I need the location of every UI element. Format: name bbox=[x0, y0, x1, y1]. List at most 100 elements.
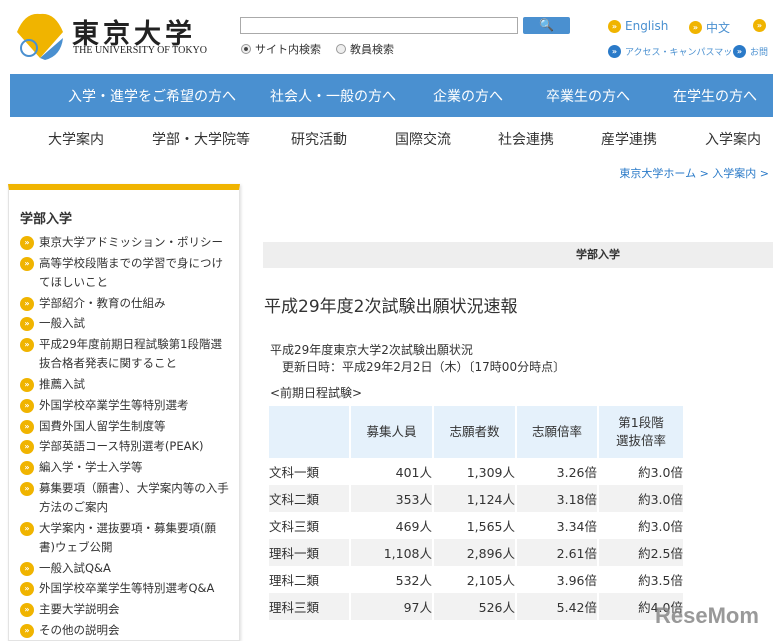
chevron-circle-icon: » bbox=[20, 338, 34, 353]
sidebar-item-label: 一般入試Q&A bbox=[39, 560, 111, 575]
table-row: 理科三類 97人 526人 5.42倍 約4.0倍 bbox=[269, 593, 685, 620]
sidebar-item[interactable]: » 一般入試Q&A bbox=[20, 559, 231, 578]
sidebar-item-label: 学部英語コース特別選考(PEAK) bbox=[39, 439, 204, 454]
table-row: 文科二類 353人 1,124人 3.18倍 約3.0倍 bbox=[269, 485, 685, 512]
sidebar-item[interactable]: » 学部紹介・教育の仕組み bbox=[20, 294, 231, 313]
table-cell: 3.18倍 bbox=[516, 485, 599, 512]
nav-faculties[interactable]: 学部・大学院等 bbox=[152, 129, 250, 149]
sidebar-item-label: 編入学・学士入学等 bbox=[39, 460, 143, 475]
sidebar-item-label: 大学案内・選抜要項・募集要項(願書)ウェブ公開 bbox=[39, 520, 216, 554]
chevron-circle-icon: » bbox=[20, 582, 34, 597]
table-cell: 約3.0倍 bbox=[598, 458, 685, 485]
link-access[interactable]: » アクセス・キャンパスマップ bbox=[608, 45, 741, 58]
radio-faculty-search[interactable]: 教員検索 bbox=[336, 41, 394, 57]
table-cell: 526人 bbox=[433, 593, 517, 620]
sidebar-item[interactable]: » 一般入試 bbox=[20, 314, 231, 333]
sidebar-item[interactable]: » 主要大学説明会 bbox=[20, 600, 231, 619]
sidebar-item-label: 平成29年度前期日程試験第1段階選抜合格者発表に関すること bbox=[39, 337, 222, 371]
chevron-circle-icon: » bbox=[20, 461, 34, 476]
search-input[interactable] bbox=[240, 17, 518, 34]
sidebar-item[interactable]: » 編入学・学士入学等 bbox=[20, 458, 231, 477]
table-cell: 3.96倍 bbox=[516, 566, 599, 593]
table-row: 理科二類 532人 2,105人 3.96倍 約3.5倍 bbox=[269, 566, 685, 593]
sidebar-item-label: 学部紹介・教育の仕組み bbox=[39, 295, 166, 310]
secondary-nav: 大学案内 学部・大学院等 研究活動 国際交流 社会連携 産学連携 入学案内 bbox=[10, 118, 773, 158]
link-english[interactable]: » English bbox=[608, 19, 668, 33]
link-chinese-label: 中文 bbox=[706, 21, 731, 35]
chevron-circle-icon: » bbox=[20, 561, 34, 576]
radio-site-label: サイト内検索 bbox=[255, 43, 321, 56]
applications-table: 募集人員 志願者数 志願倍率 第1段階選抜倍率 文科一類 401人 1,309人 3.… bbox=[269, 406, 685, 620]
link-english-label: English bbox=[625, 19, 669, 33]
table-header: 募集人員 bbox=[350, 406, 434, 458]
sidebar-item[interactable]: » 東京大学アドミッション・ポリシー bbox=[20, 233, 231, 252]
sidebar-item-label: 国費外国人留学生制度等 bbox=[39, 418, 166, 433]
table-cell: 約3.0倍 bbox=[598, 485, 685, 512]
table-cell: 2,105人 bbox=[433, 566, 517, 593]
sidebar-item[interactable]: » 外国学校卒業学生等特別選考Q&A bbox=[20, 579, 231, 598]
resemom-watermark: ReseMom bbox=[655, 603, 759, 628]
nav-alumni[interactable]: 卒業生の方へ bbox=[546, 86, 630, 106]
subtitle: 平成29年度東京大学2次試験出願状況 bbox=[270, 343, 473, 357]
chevron-circle-icon: » bbox=[20, 236, 34, 250]
sidebar: 学部入学 » 東京大学アドミッション・ポリシー » 高等学校段階までの学習で身につけて… bbox=[8, 184, 240, 641]
table-header: 志願倍率 bbox=[516, 406, 599, 458]
sidebar-title: 学部入学 bbox=[20, 212, 73, 227]
table-cell: 1,124人 bbox=[433, 485, 517, 512]
sidebar-item-label: 外国学校卒業学生等特別選考 bbox=[39, 397, 189, 412]
chevron-circle-icon: » bbox=[20, 398, 34, 413]
chevron-circle-icon: » bbox=[753, 19, 766, 32]
chevron-circle-icon: » bbox=[20, 419, 34, 434]
sidebar-item[interactable]: » 推薦入試 bbox=[20, 375, 231, 394]
chevron-circle-icon: » bbox=[20, 317, 34, 332]
table-header: 志願者数 bbox=[433, 406, 517, 458]
link-more-lang[interactable]: » bbox=[753, 19, 766, 32]
sidebar-item[interactable]: » 高等学校段階までの学習で身につけてほしいこと bbox=[20, 254, 231, 292]
nav-social[interactable]: 社会連携 bbox=[498, 129, 554, 149]
chevron-circle-icon: » bbox=[20, 440, 34, 455]
nav-industry[interactable]: 産学連携 bbox=[601, 129, 657, 149]
nav-about[interactable]: 大学案内 bbox=[48, 129, 104, 149]
link-contact-label: お問 bbox=[750, 48, 769, 58]
chevron-circle-icon: » bbox=[20, 603, 34, 618]
table-cell: 97人 bbox=[350, 593, 434, 620]
sidebar-item[interactable]: » 募集要項（願書）、大学案内等の入手方法のご案内 bbox=[20, 479, 231, 517]
sidebar-item-label: 東京大学アドミッション・ポリシー bbox=[39, 235, 223, 249]
table-cell: 1,108人 bbox=[350, 539, 434, 566]
page-title: 平成29年度2次試験出願状況速報 bbox=[264, 297, 518, 317]
chevron-circle-icon: » bbox=[20, 256, 34, 271]
nav-international[interactable]: 国際交流 bbox=[395, 129, 451, 149]
link-contact[interactable]: » お問 bbox=[733, 45, 768, 58]
nav-students[interactable]: 在学生の方へ bbox=[673, 86, 757, 106]
table-cell: 文科三類 bbox=[269, 512, 351, 539]
sidebar-item[interactable]: » 平成29年度前期日程試験第1段階選抜合格者発表に関すること bbox=[20, 335, 231, 373]
table-cell: 2.61倍 bbox=[516, 539, 599, 566]
table-cell: 理科三類 bbox=[269, 593, 351, 620]
chevron-circle-icon: » bbox=[733, 45, 746, 58]
nav-public[interactable]: 社会人・一般の方へ bbox=[270, 86, 396, 106]
table-cell: 3.34倍 bbox=[516, 512, 599, 539]
table-cell: 文科一類 bbox=[269, 458, 351, 485]
table-cell: 469人 bbox=[350, 512, 434, 539]
table-header bbox=[269, 406, 351, 458]
table-cell: 401人 bbox=[350, 458, 434, 485]
sidebar-item[interactable]: » その他の説明会 bbox=[20, 621, 231, 640]
sidebar-item[interactable]: » 国費外国人留学生制度等 bbox=[20, 417, 231, 436]
nav-prospective[interactable]: 入学・進学をご希望の方へ bbox=[68, 86, 236, 106]
sidebar-item-label: 募集要項（願書）、大学案内等の入手方法のご案内 bbox=[39, 480, 229, 514]
sidebar-item[interactable]: » 大学案内・選抜要項・募集要項(願書)ウェブ公開 bbox=[20, 519, 231, 557]
sidebar-item[interactable]: » 外国学校卒業学生等特別選考 bbox=[20, 396, 231, 415]
chevron-circle-icon: » bbox=[20, 481, 34, 496]
sidebar-item-label: その他の説明会 bbox=[39, 622, 120, 637]
nav-research[interactable]: 研究活動 bbox=[291, 129, 347, 149]
ginkgo-logo-icon[interactable] bbox=[15, 12, 65, 62]
nav-admissions[interactable]: 入学案内 bbox=[705, 129, 761, 149]
sidebar-item[interactable]: » 学部英語コース特別選考(PEAK) bbox=[20, 437, 231, 456]
table-cell: 文科二類 bbox=[269, 485, 351, 512]
search-button[interactable]: 🔍 bbox=[523, 17, 570, 34]
nav-business[interactable]: 企業の方へ bbox=[433, 86, 503, 106]
radio-site-search[interactable]: サイト内検索 bbox=[241, 41, 321, 57]
breadcrumb[interactable]: 東京大学ホーム > 入学案内 > bbox=[619, 165, 769, 181]
link-chinese[interactable]: » 中文 bbox=[689, 19, 730, 36]
table-cell: 約2.5倍 bbox=[598, 539, 685, 566]
